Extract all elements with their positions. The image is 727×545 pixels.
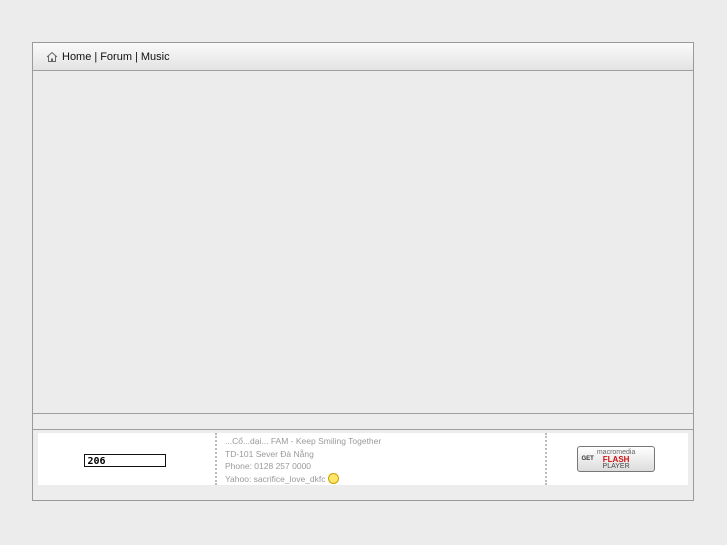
home-icon — [46, 51, 58, 63]
footer-info: ...Cổ...dại... FAM - Keep Smiling Togeth… — [217, 433, 547, 485]
main-content-area — [33, 71, 693, 413]
footer-info-line: ...Cổ...dại... FAM - Keep Smiling Togeth… — [225, 436, 382, 446]
get-flash-player-button[interactable]: GET macromedia FLASH PLAYER — [576, 446, 655, 472]
flash-get-label: GET — [581, 456, 594, 462]
divider — [33, 413, 693, 414]
nav-forum-link[interactable]: Forum — [100, 51, 132, 63]
flash-logo-text: macromedia FLASH PLAYER — [597, 449, 636, 470]
divider — [33, 429, 693, 430]
nav-separator: | — [134, 50, 138, 63]
hit-counter: 206 — [83, 453, 166, 467]
flash-cell: GET macromedia FLASH PLAYER — [547, 433, 688, 485]
smiley-icon — [327, 472, 339, 484]
nav-music-link[interactable]: Music — [141, 51, 170, 63]
page-frame: Home | Forum | Music 206 ...Cổ...dại... … — [32, 42, 694, 501]
nav-home-link[interactable]: Home — [62, 51, 91, 63]
yahoo-contact: Yahoo: sacrifice_love_dkfc — [225, 473, 326, 484]
footer-info-line: TD-101 Sever Đà Nẵng — [225, 448, 314, 459]
footer-info-line: Yahoo: sacrifice_love_dkfc — [225, 472, 545, 486]
footer-info-line: Phone: 0128 257 0000 — [225, 461, 312, 471]
nav-separator: | — [94, 50, 98, 63]
top-nav-bar: Home | Forum | Music — [33, 43, 693, 71]
flash-title: FLASH — [602, 454, 630, 464]
footer: 206 ...Cổ...dại... FAM - Keep Smiling To… — [38, 433, 688, 485]
flash-player-label: PLAYER — [602, 462, 630, 470]
counter-cell: 206 — [38, 433, 217, 485]
